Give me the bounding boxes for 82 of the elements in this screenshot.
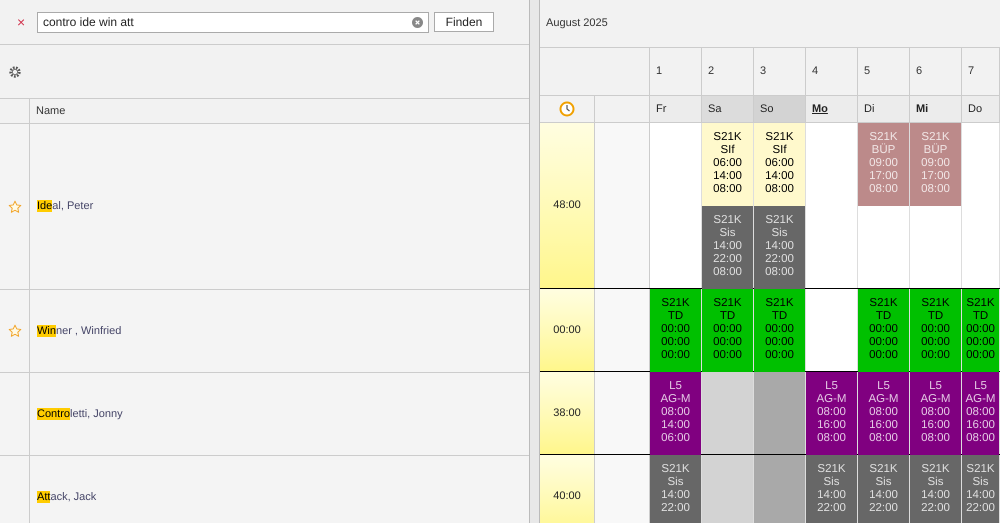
- weekday-header: Mo: [806, 96, 858, 122]
- person-name: Ideal, Peter: [37, 199, 94, 214]
- shift-text: S21K SIf 06:00 14:00 08:00: [713, 131, 742, 197]
- day-cell[interactable]: [650, 123, 702, 288]
- star-icon[interactable]: [8, 200, 22, 214]
- shift-entry[interactable]: S21K SIf 06:00 14:00 08:00: [754, 123, 805, 206]
- day-number: 2: [708, 64, 714, 80]
- shift-entry[interactable]: S21K TD 00:00 00:00 00:00: [858, 289, 909, 372]
- weekday-header: Fr: [650, 96, 702, 122]
- person-name: Controletti, Jonny: [37, 406, 123, 422]
- weekday-header: Di: [858, 96, 910, 122]
- shift-text: S21K BÜP 09:00 17:00 08:00: [921, 131, 950, 197]
- clear-icon[interactable]: [412, 16, 423, 28]
- find-button[interactable]: Finden: [434, 12, 494, 32]
- day-cell[interactable]: [702, 372, 754, 454]
- day-cell[interactable]: [806, 123, 858, 288]
- shift-entry[interactable]: L5 AG-M 08:00 16:00 08:00: [858, 372, 909, 455]
- shift-text: S21K TD 00:00 00:00 00:00: [661, 297, 690, 363]
- shift-entry[interactable]: S21K TD 00:00 00:00 00:00: [962, 289, 999, 372]
- shift-text: L5 AG-M 08:00 16:00 08:00: [868, 380, 899, 446]
- shift-text: S21K Sis 14:00 22:00: [817, 463, 846, 516]
- shift-entry[interactable]: L5 AG-M 08:00 16:00 08:00: [806, 372, 857, 455]
- shift-text: S21K Sis 14:00 22:00: [921, 463, 950, 516]
- day-number: 1: [656, 64, 662, 80]
- weekday-header: Mi: [910, 96, 962, 122]
- day-number: 4: [812, 64, 818, 80]
- settings-icon[interactable]: [8, 64, 22, 78]
- shift-entry[interactable]: S21K Sis 14:00 22:00 08:00: [702, 206, 753, 289]
- shift-text: L5 AG-M 08:00 16:00 08:00: [920, 380, 951, 446]
- weekday-header: Do: [962, 96, 1000, 122]
- shift-text: L5 AG-M 08:00 16:00 08:00: [816, 380, 847, 446]
- shift-entry[interactable]: L5 AG-M 08:00 16:00 08:00: [910, 372, 961, 455]
- day-number: 5: [864, 64, 870, 80]
- shift-text: S21K TD 00:00 00:00 00:00: [966, 297, 995, 363]
- hours-cell: 48:00: [540, 123, 595, 288]
- clock-icon: [559, 101, 575, 117]
- day-cell[interactable]: [754, 372, 806, 454]
- shift-text: S21K Sis 14:00 22:00: [966, 463, 995, 516]
- day-cell[interactable]: [754, 455, 806, 523]
- shift-text: S21K Sis 14:00 22:00: [869, 463, 898, 516]
- hours-cell: 00:00: [540, 289, 595, 371]
- day-number: 3: [760, 64, 766, 80]
- shift-entry[interactable]: S21K Sis 14:00 22:00: [858, 455, 909, 523]
- shift-text: S21K BÜP 09:00 17:00 08:00: [869, 131, 898, 197]
- day-number: 6: [916, 64, 922, 80]
- search-field[interactable]: contro ide win att: [37, 12, 429, 32]
- shift-text: L5 AG-M 08:00 16:00 08:00: [965, 380, 996, 446]
- shift-entry[interactable]: S21K TD 00:00 00:00 00:00: [702, 289, 753, 372]
- splitter[interactable]: [530, 0, 540, 523]
- shift-text: S21K Sis 14:00 22:00 08:00: [765, 214, 794, 280]
- shift-entry[interactable]: S21K SIf 06:00 14:00 08:00: [702, 123, 753, 206]
- shift-entry[interactable]: L5 AG-M 08:00 16:00 08:00: [962, 372, 999, 455]
- day-cell[interactable]: [962, 123, 1000, 288]
- month-title: August 2025: [546, 16, 608, 32]
- shift-entry[interactable]: S21K Sis 14:00 22:00: [806, 455, 857, 523]
- shift-entry[interactable]: S21K TD 00:00 00:00 00:00: [650, 289, 701, 372]
- day-number: 7: [968, 64, 974, 80]
- day-cell[interactable]: [806, 289, 858, 371]
- shift-entry[interactable]: S21K TD 00:00 00:00 00:00: [910, 289, 961, 372]
- weekday-header: So: [754, 96, 806, 122]
- column-header[interactable]: Name: [30, 102, 72, 120]
- shift-text: S21K Sis 14:00 22:00: [661, 463, 690, 516]
- shift-text: S21K TD 00:00 00:00 00:00: [869, 297, 898, 363]
- shift-text: S21K TD 00:00 00:00 00:00: [765, 297, 794, 363]
- hours-cell: 38:00: [540, 372, 595, 454]
- shift-entry[interactable]: S21K Sis 14:00 22:00: [650, 455, 701, 523]
- close-icon[interactable]: ×: [17, 12, 29, 32]
- person-name: Winner , Winfried: [37, 324, 122, 339]
- shift-text: S21K SIf 06:00 14:00 08:00: [765, 131, 794, 197]
- hours-cell: 40:00: [540, 455, 595, 523]
- shift-entry[interactable]: S21K Sis 14:00 22:00 08:00: [754, 206, 805, 289]
- weekday-header: Sa: [702, 96, 754, 122]
- shift-entry[interactable]: S21K Sis 14:00 22:00: [962, 455, 999, 523]
- shift-entry[interactable]: S21K Sis 14:00 22:00: [910, 455, 961, 523]
- shift-text: S21K Sis 14:00 22:00 08:00: [713, 214, 742, 280]
- star-icon[interactable]: [8, 324, 22, 338]
- shift-text: L5 AG-M 08:00 14:00 06:00: [660, 380, 691, 446]
- shift-text: S21K TD 00:00 00:00 00:00: [921, 297, 950, 363]
- shift-entry[interactable]: L5 AG-M 08:00 14:00 06:00: [650, 372, 701, 455]
- shift-entry[interactable]: S21K TD 00:00 00:00 00:00: [754, 289, 805, 372]
- day-cell[interactable]: [702, 455, 754, 523]
- shift-text: S21K TD 00:00 00:00 00:00: [713, 297, 742, 363]
